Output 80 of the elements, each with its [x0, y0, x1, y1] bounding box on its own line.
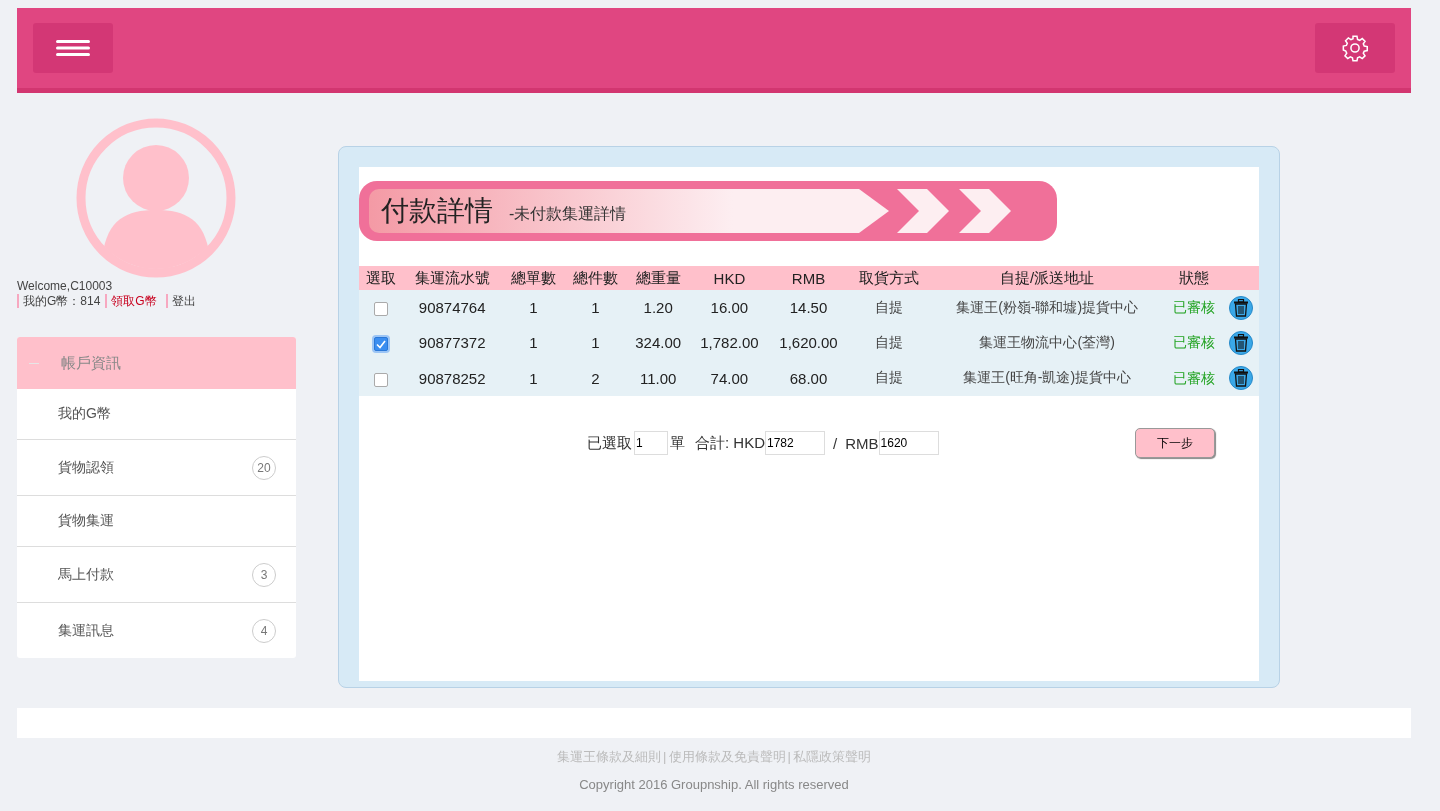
- delete-button[interactable]: [1229, 330, 1254, 355]
- delete-button[interactable]: [1229, 366, 1254, 390]
- total-label: 合計: HKD: [695, 433, 765, 453]
- column-header: 自提/派送地址: [929, 266, 1166, 290]
- menu-item-label: 貨物集運: [58, 512, 114, 530]
- menu-item[interactable]: 馬上付款 3: [17, 546, 296, 602]
- selected-label: 已選取: [587, 433, 632, 453]
- menu-item-label: 集運訊息: [58, 621, 114, 640]
- menu-item[interactable]: 集運訊息 4: [17, 602, 296, 658]
- column-header: 狀態: [1165, 266, 1224, 290]
- settings-button[interactable]: [1315, 23, 1395, 73]
- table-cell: 1.20: [643, 299, 673, 316]
- column-header: 取貨方式: [848, 266, 930, 290]
- table-cell: 集運王(旺角-凱途)提貨中心: [963, 369, 1132, 385]
- link-separator: |: [787, 749, 791, 764]
- row-checkbox[interactable]: [373, 372, 388, 387]
- delete-button[interactable]: [1229, 295, 1254, 320]
- link-separator: |: [663, 749, 667, 764]
- menu-header-label: 帳戶資訊: [61, 353, 121, 373]
- column-header: 總重量: [626, 266, 690, 290]
- table-cell: 1: [529, 299, 538, 316]
- claim-coins-link[interactable]: 領取G幣: [105, 294, 162, 308]
- hkd-total-field[interactable]: 1782: [765, 431, 825, 455]
- welcome-text: Welcome,C10003: [17, 279, 114, 293]
- table-cell: 68.00: [789, 369, 828, 387]
- table-cell: 集運王(粉嶺-聯和墟)提貨中心: [956, 298, 1139, 315]
- table-cell: 1,782.00: [700, 334, 759, 351]
- column-header: 總單數: [502, 266, 565, 290]
- rmb-total-field[interactable]: 1620: [878, 431, 939, 455]
- column-header: HKD: [689, 266, 769, 290]
- table-cell: 14.50: [789, 299, 828, 316]
- status-text: 已審核: [1173, 334, 1216, 350]
- table-cell: 1,620.00: [779, 334, 838, 351]
- avatar-icon: [76, 118, 236, 278]
- menu-item-label: 我的G幣: [58, 405, 111, 423]
- menu-item-label: 馬上付款: [58, 565, 114, 584]
- row-checkbox[interactable]: [373, 337, 388, 351]
- table-cell: 自提: [874, 298, 903, 315]
- unit-label: 單: [670, 433, 685, 453]
- table-cell: 324.00: [635, 334, 682, 351]
- table-cell: 自提: [874, 369, 903, 385]
- column-header: 總件數: [564, 266, 627, 290]
- menu-icon: [56, 40, 90, 56]
- status-text: 已審核: [1173, 299, 1216, 315]
- page-subtitle: -未付款集運詳情: [509, 203, 627, 224]
- menu-item[interactable]: 貨物集運: [17, 495, 296, 546]
- status-text: 已審核: [1173, 369, 1216, 386]
- next-step-button[interactable]: 下一步: [1135, 428, 1215, 458]
- table-cell: 1: [529, 334, 538, 351]
- coin-balance: 我的G幣：814: [17, 294, 106, 308]
- logout-link[interactable]: 登出: [165, 294, 201, 308]
- menu-item-label: 貨物認領: [58, 458, 114, 477]
- page-title: 付款詳情: [381, 194, 493, 228]
- copyright-text: Copyright 2016 Groupnship. All rights reserved: [578, 777, 850, 792]
- row-checkbox[interactable]: [373, 302, 388, 316]
- separator-slash: /: [833, 434, 838, 452]
- menu-button[interactable]: [33, 23, 113, 73]
- rmb-label: RMB: [845, 434, 879, 452]
- selected-count-field[interactable]: 1: [634, 431, 668, 455]
- menu-item[interactable]: 貨物認領 20: [17, 439, 296, 495]
- table-cell: 自提: [874, 333, 903, 350]
- table-cell: 90874764: [418, 299, 486, 316]
- settings-icon: [1341, 34, 1369, 62]
- column-header: 集運流水號: [402, 266, 503, 290]
- trash-icon: [1233, 369, 1250, 387]
- table-cell: 1: [591, 299, 600, 316]
- table-cell: 1: [529, 369, 538, 387]
- table-cell: 1: [591, 334, 600, 351]
- trash-icon: [1233, 298, 1250, 317]
- table-cell: 11.00: [639, 369, 677, 387]
- table-cell: 74.00: [710, 369, 749, 387]
- trash-icon: [1233, 333, 1250, 352]
- column-header: 選取: [359, 266, 403, 290]
- table-cell: 2: [591, 369, 600, 387]
- menu-item[interactable]: 我的G幣: [17, 389, 296, 439]
- table-cell: 90878252: [418, 369, 486, 387]
- table-cell: 集運王物流中心(荃灣): [979, 333, 1115, 350]
- column-header: RMB: [768, 266, 849, 290]
- table-cell: 90877372: [418, 334, 486, 351]
- table-cell: 16.00: [710, 299, 749, 316]
